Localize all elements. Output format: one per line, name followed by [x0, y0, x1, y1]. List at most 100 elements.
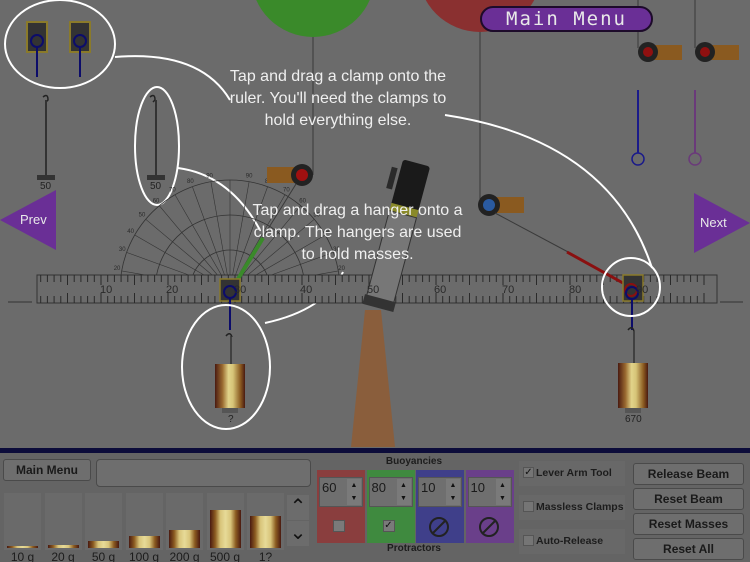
mass-slot[interactable]	[206, 493, 244, 550]
increment-button[interactable]: ▲	[495, 479, 510, 492]
mass-icon	[7, 546, 38, 548]
increment-button[interactable]: ▲	[396, 479, 411, 492]
protractor-tick-label: 70	[283, 187, 290, 193]
decrement-button[interactable]: ▼	[446, 492, 460, 505]
ruler-tick-label: 40	[300, 284, 313, 296]
status-display	[96, 459, 311, 487]
option-massless-clamps[interactable]: Massless Clamps	[519, 495, 625, 520]
mass-icon	[128, 535, 160, 548]
option-label: Massless Clamps	[536, 501, 624, 513]
control-panel: Main Menu 10 g 20 g 50 g 100 g 200 g 500 g 1? …	[0, 448, 750, 562]
main-menu-button[interactable]: Main Menu	[480, 6, 653, 32]
callout-line	[114, 55, 231, 101]
chevron-up-icon: ⌃	[289, 496, 307, 518]
mass-label: 1?	[258, 550, 273, 562]
buoyancy-red: 60 ▲ ▼	[317, 470, 365, 543]
hung-mass-670[interactable]	[618, 327, 648, 413]
spare-clamp[interactable]	[69, 21, 91, 77]
checkbox[interactable]: ✓	[523, 467, 534, 478]
fulcrum	[351, 310, 395, 447]
mass-slot[interactable]	[247, 493, 284, 550]
hanger-tip: Tap and drag a hanger onto a clamp. The …	[252, 202, 463, 263]
mass-icon	[209, 509, 241, 548]
increment-button[interactable]: ▲	[347, 479, 361, 492]
green-balloon[interactable]	[251, 0, 375, 37]
checkbox[interactable]	[523, 535, 534, 546]
protractor-tick-label: 20	[338, 266, 345, 272]
protractor-tick-label: 40	[127, 229, 134, 235]
mass-slot[interactable]	[44, 493, 82, 550]
mass-slot[interactable]	[4, 493, 41, 550]
buoyancy-blue: 10 ▲ ▼	[416, 470, 464, 543]
ruler-tick-label: 80	[569, 284, 582, 296]
string	[494, 212, 571, 254]
clamps-highlight	[4, 0, 116, 89]
mass-slot[interactable]	[125, 493, 163, 550]
protractor-tick-label: 30	[119, 247, 126, 253]
decrement-button[interactable]: ▼	[347, 492, 361, 505]
mass-icon	[88, 541, 119, 548]
buoyancy-stepper[interactable]: 80 ▲ ▼	[368, 477, 413, 507]
option-auto-release[interactable]: Auto-Release	[519, 529, 625, 554]
prev-label: Prev	[20, 212, 47, 227]
buoyancy-value[interactable]: 10	[471, 480, 485, 495]
panel-main-menu-button[interactable]: Main Menu	[3, 459, 91, 481]
next-label: Next	[700, 215, 727, 230]
increment-button[interactable]: ▲	[446, 479, 460, 492]
decrement-button[interactable]: ▼	[495, 492, 510, 505]
spare-hanger[interactable]	[147, 94, 165, 180]
mass-icon	[47, 545, 79, 548]
protractor-tick-label: 60	[153, 199, 160, 205]
buoyancy-stepper[interactable]: 10 ▲ ▼	[467, 477, 512, 507]
spare-clamp[interactable]	[26, 21, 48, 77]
decrement-button[interactable]: ▼	[396, 492, 411, 505]
callout-line	[444, 114, 653, 269]
hanger-mass-label: 50	[40, 181, 52, 192]
chevron-down-icon: ⌄	[289, 522, 307, 544]
ruler-tick-label: 10	[100, 284, 113, 296]
protractor-checkbox[interactable]	[333, 520, 347, 534]
mass-label: 100 g	[128, 550, 160, 562]
buoyancy-purple: 10 ▲ ▼	[465, 470, 514, 543]
spare-hanger[interactable]	[37, 94, 55, 180]
protractor-disabled-icon	[478, 516, 499, 537]
mass-icon	[250, 516, 281, 548]
buoyancy-stepper[interactable]: 60 ▲ ▼	[319, 477, 363, 507]
clamp-tip: Tap and drag a clamp onto the ruler. You…	[229, 68, 447, 129]
reset-masses-button[interactable]: Reset Masses	[633, 513, 744, 535]
checkbox[interactable]	[523, 501, 534, 512]
force-clamp[interactable]	[478, 194, 524, 216]
mass-slot[interactable]	[85, 493, 122, 550]
scroll-up-button[interactable]: ⌃	[287, 495, 309, 520]
protractor-tick-label: 20	[114, 266, 121, 272]
scroll-down-button[interactable]: ⌄	[287, 521, 309, 546]
ruler-tick-label: 60	[434, 284, 447, 296]
mass-label: 500 g	[209, 550, 241, 562]
mass-label: 20 g	[51, 550, 75, 562]
option-lever-arm-tool[interactable]: ✓ Lever Arm Tool	[519, 461, 625, 486]
release-beam-button[interactable]: Release Beam	[633, 463, 744, 485]
mass-slot[interactable]	[166, 493, 203, 550]
mass-label: 200 g	[169, 550, 200, 562]
reset-beam-button[interactable]: Reset Beam	[633, 488, 744, 510]
buoyancy-value[interactable]: 80	[372, 480, 386, 495]
buoyancy-green: 80 ▲ ▼ ✓	[366, 470, 415, 543]
hanger-mass-label: 50	[150, 181, 162, 192]
next-button[interactable]: Next	[694, 193, 750, 253]
force-clamp[interactable]	[631, 42, 682, 166]
buoyancy-value[interactable]: 60	[322, 480, 336, 495]
hung-mass-unknown[interactable]	[215, 333, 245, 413]
prev-button[interactable]: Prev	[0, 190, 56, 250]
force-clamp[interactable]	[688, 42, 739, 166]
mass-icon	[169, 530, 200, 548]
option-label: Lever Arm Tool	[536, 467, 612, 479]
buoyancy-stepper[interactable]: 10 ▲ ▼	[418, 477, 462, 507]
mass-label: 670	[625, 414, 642, 425]
reset-all-button[interactable]: Reset All	[633, 538, 744, 560]
protractors-title: Protractors	[387, 543, 441, 554]
simulation-area[interactable]: 909080807070606050504040303020201010	[0, 0, 750, 448]
force-clamp[interactable]	[267, 164, 313, 186]
protractor-checkbox[interactable]: ✓	[382, 520, 397, 534]
buoyancy-value[interactable]: 10	[421, 480, 435, 495]
protractor-disabled-icon	[428, 516, 449, 537]
